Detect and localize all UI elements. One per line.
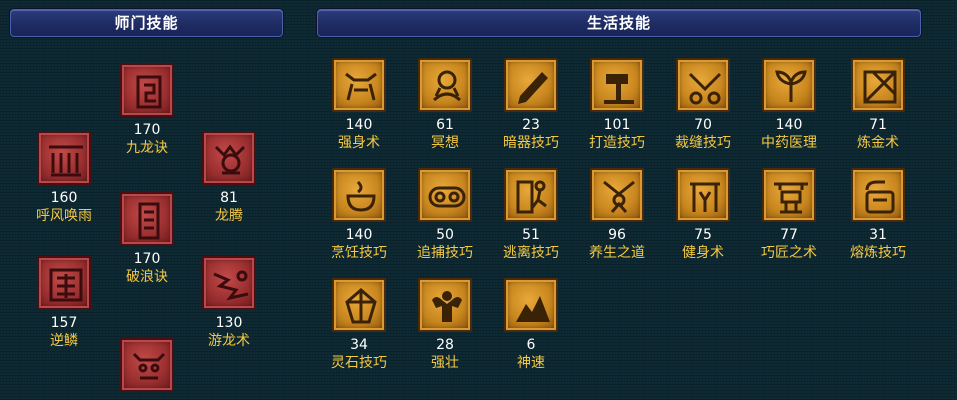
skill-level: 170 [133, 122, 161, 138]
school-skills-header: 师门技能 [10, 9, 283, 37]
school-skill-partial[interactable] [107, 338, 187, 392]
herbal-medicine-icon [762, 58, 816, 112]
godspeed-icon [504, 278, 558, 332]
life-skill-zhuibu[interactable]: 50 追捕技巧 [405, 168, 485, 262]
skill-level: 170 [133, 251, 161, 267]
school-skill-nilin[interactable]: 157 逆鳞 [24, 256, 104, 350]
skill-name: 炼金术 [857, 135, 899, 151]
fitness-icon [676, 168, 730, 222]
skill-name: 巧匠之术 [761, 245, 817, 261]
skill-name: 熔炼技巧 [850, 245, 906, 261]
strong-body-icon [332, 58, 386, 112]
health-way-icon [590, 168, 644, 222]
life-skills-header: 生活技能 [317, 9, 921, 37]
skill-level: 96 [608, 227, 626, 243]
dragon-head-icon [120, 338, 174, 392]
school-skill-youlongshu[interactable]: 130 游龙术 [189, 256, 269, 350]
life-skill-yangsheng[interactable]: 96 养生之道 [577, 168, 657, 262]
wave-break-icon [120, 192, 174, 246]
skill-name: 呼风唤雨 [36, 208, 92, 224]
smelting-icon [851, 168, 905, 222]
life-skill-caifeng[interactable]: 70 裁缝技巧 [663, 58, 743, 152]
skill-name: 九龙诀 [126, 140, 168, 156]
skill-name: 裁缝技巧 [675, 135, 731, 151]
life-skill-mingxiang[interactable]: 61 冥想 [405, 58, 485, 152]
skill-level: 81 [220, 190, 238, 206]
school-skill-hufenghuanyu[interactable]: 160 呼风唤雨 [24, 131, 104, 225]
skill-name: 强身术 [338, 135, 380, 151]
craftsman-icon [762, 168, 816, 222]
tailoring-scissors-icon [676, 58, 730, 112]
life-skill-lingshi[interactable]: 34 灵石技巧 [319, 278, 399, 372]
skill-level: 28 [436, 337, 454, 353]
muscle-icon [418, 278, 472, 332]
wind-rain-icon [37, 131, 91, 185]
skill-level: 34 [350, 337, 368, 353]
spirit-stone-icon [332, 278, 386, 332]
skill-name: 破浪诀 [126, 269, 168, 285]
skill-level: 160 [50, 190, 78, 206]
life-skill-zhongyao[interactable]: 140 中药医理 [749, 58, 829, 152]
life-skill-anqi[interactable]: 23 暗器技巧 [491, 58, 571, 152]
school-skill-polangjue[interactable]: 170 破浪诀 [107, 192, 187, 286]
skill-name: 打造技巧 [589, 135, 645, 151]
life-skill-qiangzhuang[interactable]: 28 强壮 [405, 278, 485, 372]
life-skill-qiaojiang[interactable]: 77 巧匠之术 [749, 168, 829, 262]
skill-level: 6 [526, 337, 536, 353]
skill-level: 157 [50, 315, 78, 331]
skill-name: 灵石技巧 [331, 355, 387, 371]
escape-icon [504, 168, 558, 222]
alchemy-icon [851, 58, 905, 112]
skill-level: 75 [694, 227, 712, 243]
skill-level: 70 [694, 117, 712, 133]
dragon-scroll-icon [120, 63, 174, 117]
skill-name: 逃离技巧 [503, 245, 559, 261]
skill-level: 31 [869, 227, 887, 243]
life-skill-jianshen[interactable]: 75 健身术 [663, 168, 743, 262]
skill-name: 中药医理 [761, 135, 817, 151]
skill-level: 23 [522, 117, 540, 133]
life-skill-dazao[interactable]: 101 打造技巧 [577, 58, 657, 152]
skill-level: 140 [345, 117, 373, 133]
forging-hammer-icon [590, 58, 644, 112]
skill-level: 140 [775, 117, 803, 133]
life-skill-shensu[interactable]: 6 神速 [491, 278, 571, 372]
reverse-scale-icon [37, 256, 91, 310]
skill-level: 61 [436, 117, 454, 133]
skill-name: 烹饪技巧 [331, 245, 387, 261]
skill-name: 逆鳞 [50, 333, 78, 349]
school-skill-jiulongjue[interactable]: 170 九龙诀 [107, 63, 187, 157]
skill-level: 140 [345, 227, 373, 243]
life-skill-pengren[interactable]: 140 烹饪技巧 [319, 168, 399, 262]
skill-name: 暗器技巧 [503, 135, 559, 151]
life-skill-taoli[interactable]: 51 逃离技巧 [491, 168, 571, 262]
skill-level: 50 [436, 227, 454, 243]
skill-name: 强壮 [431, 355, 459, 371]
hidden-weapon-icon [504, 58, 558, 112]
skill-name: 冥想 [431, 135, 459, 151]
skill-level: 71 [869, 117, 887, 133]
skill-name: 龙腾 [215, 208, 243, 224]
cooking-icon [332, 168, 386, 222]
skill-name: 游龙术 [208, 333, 250, 349]
skill-level: 51 [522, 227, 540, 243]
pursuit-icon [418, 168, 472, 222]
life-skill-qiangshenshu[interactable]: 140 强身术 [319, 58, 399, 152]
life-skill-ronglian[interactable]: 31 熔炼技巧 [838, 168, 918, 262]
skill-level: 77 [780, 227, 798, 243]
swimming-dragon-icon [202, 256, 256, 310]
skill-name: 神速 [517, 355, 545, 371]
skill-level: 130 [215, 315, 243, 331]
skill-name: 追捕技巧 [417, 245, 473, 261]
skill-name: 健身术 [682, 245, 724, 261]
meditation-icon [418, 58, 472, 112]
dragon-rise-icon [202, 131, 256, 185]
school-skill-longteng[interactable]: 81 龙腾 [189, 131, 269, 225]
life-skill-lianjin[interactable]: 71 炼金术 [838, 58, 918, 152]
skill-level: 101 [603, 117, 631, 133]
skill-name: 养生之道 [589, 245, 645, 261]
